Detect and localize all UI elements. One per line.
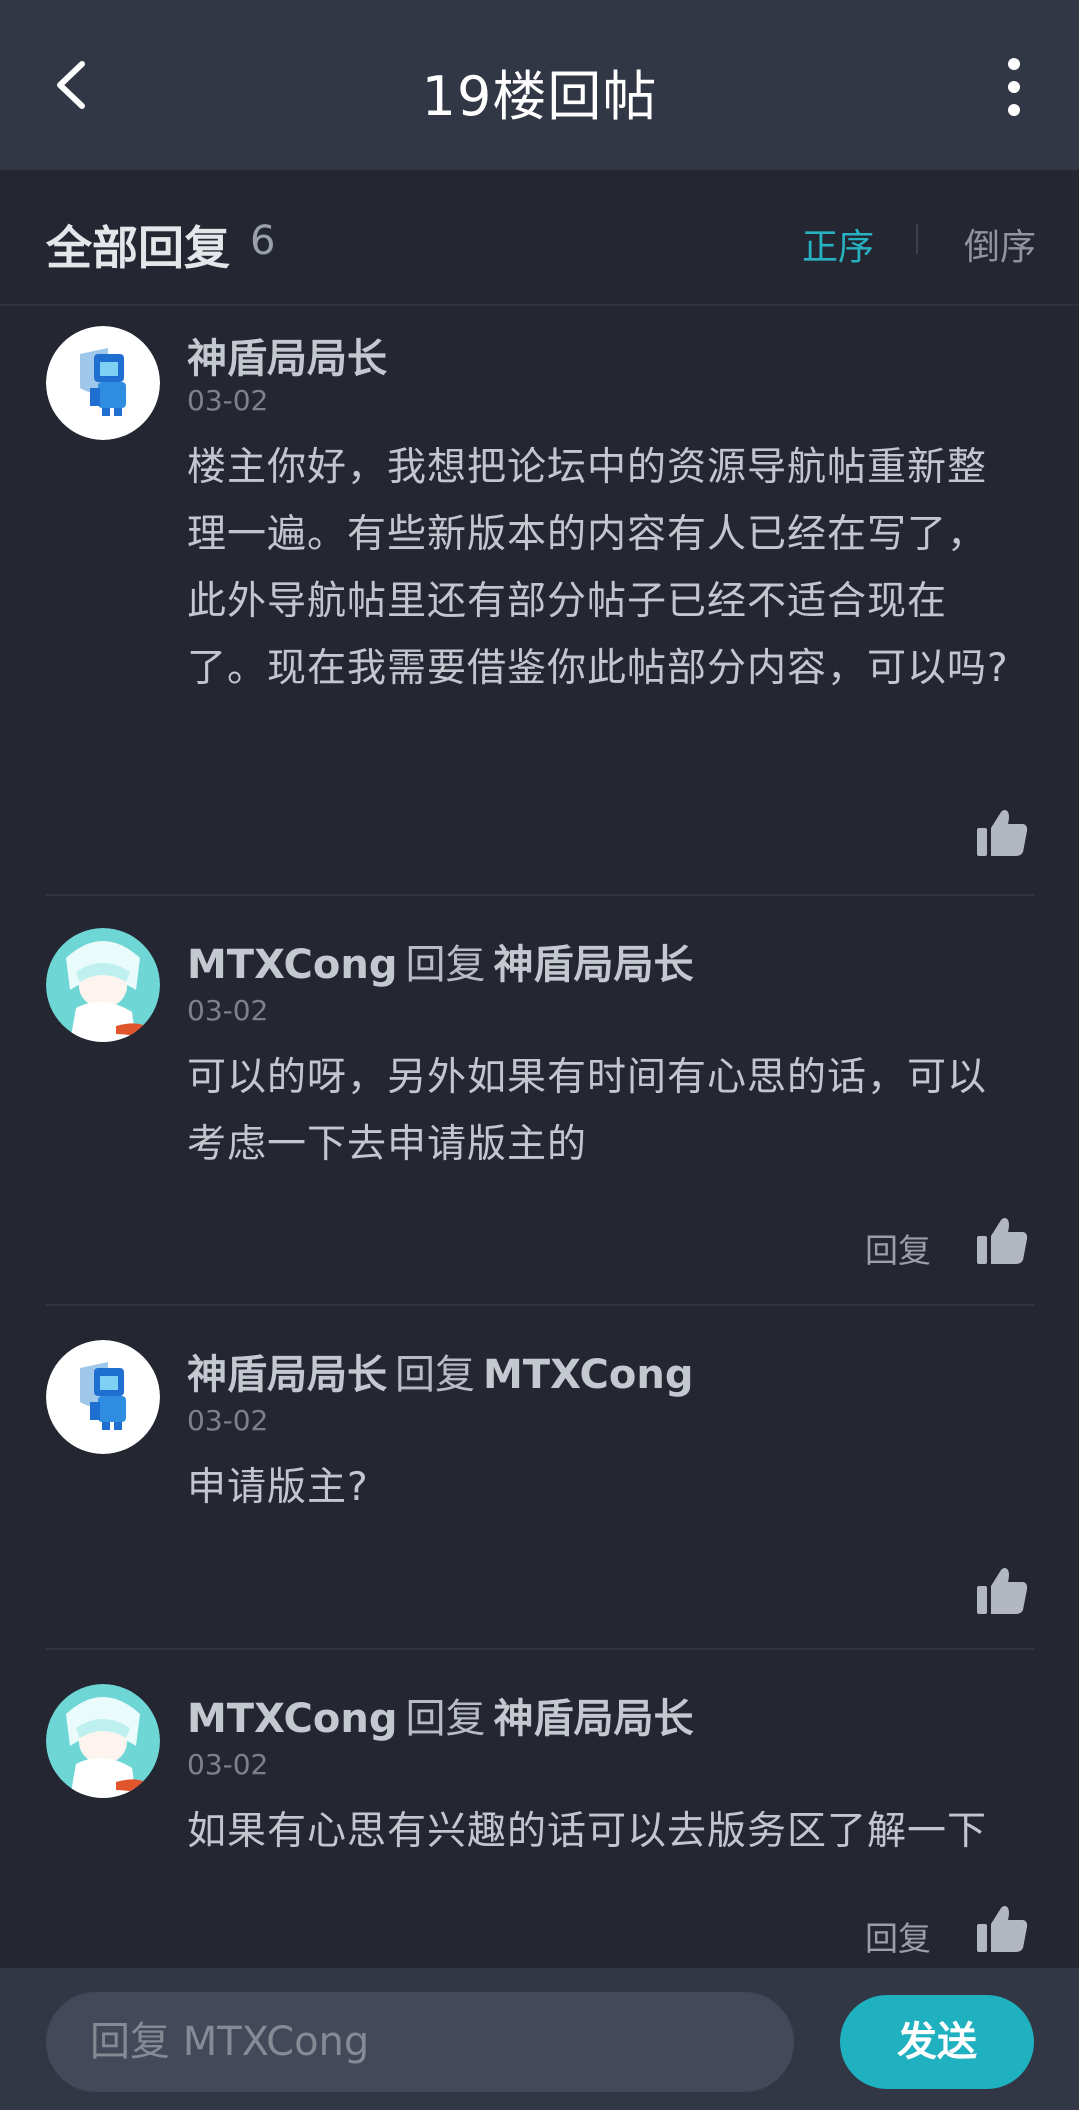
reply-date: 03-02 xyxy=(187,994,269,1027)
page-title: 19楼回帖 xyxy=(421,65,658,128)
reply-count: 6 xyxy=(250,218,276,264)
reply-button[interactable]: 回复 xyxy=(865,1912,931,1960)
reply-verb: 回复 xyxy=(405,942,486,988)
thumbs-up-icon xyxy=(977,1906,1028,1952)
reply-target-name[interactable]: MTXCong xyxy=(483,1352,693,1398)
thumbs-up-icon xyxy=(977,1218,1028,1264)
send-button[interactable]: 发送 xyxy=(840,1995,1034,2089)
reply-date: 03-02 xyxy=(187,1748,269,1781)
author-name[interactable]: MTXCong xyxy=(187,1696,397,1742)
like-button[interactable] xyxy=(975,1564,1029,1618)
like-button[interactable] xyxy=(975,1902,1029,1956)
avatar[interactable] xyxy=(46,928,160,1042)
reply-item: MTXCong 回复 神盾局局长 03-02 可以的呀，另外如果有时间有心思的话，可… xyxy=(0,896,1079,1306)
reply-item: 神盾局局长 回复 MTXCong 03-02 申请版主? xyxy=(0,1306,1079,1650)
shield-character-avatar-icon xyxy=(46,1340,160,1454)
sort-descending-button[interactable]: 倒序 xyxy=(964,218,1036,270)
anime-character-avatar-icon xyxy=(46,928,160,1042)
anime-character-avatar-icon xyxy=(46,1684,160,1798)
author-line: MTXCong 回复 神盾局局长 xyxy=(187,1686,693,1744)
author-name[interactable]: 神盾局局长 xyxy=(187,1352,387,1398)
thumbs-up-icon xyxy=(977,1568,1028,1614)
author-name[interactable]: 神盾局局长 xyxy=(187,336,387,382)
thread-reply-page: 19楼回帖 全部回复 6 正序 倒序 神盾局局长 03-02 楼主你好，我想把论… xyxy=(0,0,1079,2110)
reply-verb: 回复 xyxy=(395,1352,475,1398)
avatar[interactable] xyxy=(46,1684,160,1798)
avatar[interactable] xyxy=(46,326,160,440)
reply-date: 03-02 xyxy=(187,384,269,417)
reply-verb: 回复 xyxy=(405,1696,486,1742)
top-bar: 19楼回帖 xyxy=(0,0,1079,170)
reply-target-name[interactable]: 神盾局局长 xyxy=(493,942,693,988)
author-line: MTXCong 回复 神盾局局长 xyxy=(187,932,693,990)
reply-input[interactable] xyxy=(46,1992,794,2092)
reply-content: 如果有心思有兴趣的话可以去版务区了解一下 xyxy=(187,1809,988,1854)
reply-content: 可以的呀，另外如果有时间有心思的话，可以考虑一下去申请版主的 xyxy=(187,1055,988,1167)
avatar[interactable] xyxy=(46,1340,160,1454)
shield-character-avatar-icon xyxy=(46,326,160,440)
reply-content: 申请版主? xyxy=(187,1465,369,1510)
like-button[interactable] xyxy=(975,1214,1029,1268)
more-button[interactable] xyxy=(989,52,1039,122)
author-line: 神盾局局长 回复 MTXCong xyxy=(187,1342,693,1400)
reply-item: 神盾局局长 03-02 楼主你好，我想把论坛中的资源导航帖重新整理一遍。有些新版… xyxy=(0,306,1079,896)
all-replies-label: 全部回复 xyxy=(46,221,230,275)
sort-divider xyxy=(916,224,918,254)
reply-button[interactable]: 回复 xyxy=(865,1224,931,1272)
replies-header: 全部回复 6 正序 倒序 xyxy=(0,170,1079,306)
reply-target-name[interactable]: 神盾局局长 xyxy=(493,1696,693,1742)
thumbs-up-icon xyxy=(977,810,1028,856)
reply-date: 03-02 xyxy=(187,1404,269,1437)
like-button[interactable] xyxy=(975,806,1029,860)
sort-ascending-button[interactable]: 正序 xyxy=(802,218,874,270)
more-vertical-icon xyxy=(1008,58,1020,116)
reply-composer: 发送 xyxy=(0,1968,1079,2110)
author-name[interactable]: MTXCong xyxy=(187,942,397,988)
author-line: 神盾局局长 xyxy=(187,326,387,384)
reply-item: MTXCong 回复 神盾局局长 03-02 如果有心思有兴趣的话可以去版务区了解一… xyxy=(0,1650,1079,1968)
reply-content: 楼主你好，我想把论坛中的资源导航帖重新整理一遍。有些新版本的内容有人已经在写了，… xyxy=(187,445,1009,691)
